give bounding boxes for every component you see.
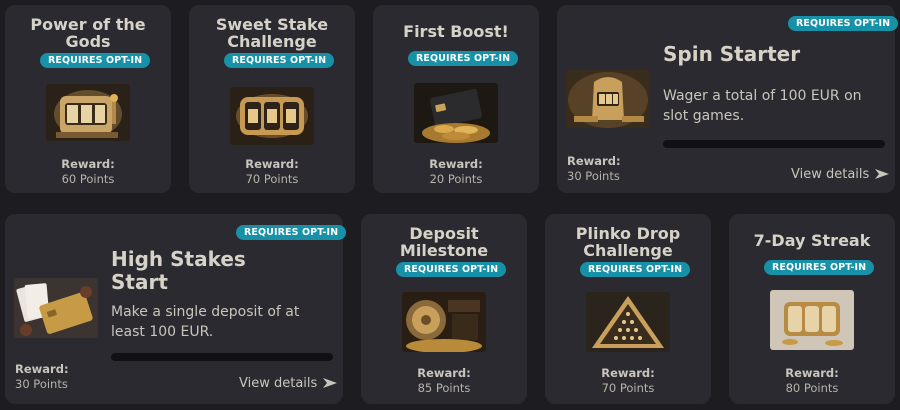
requires-opt-in-badge: REQUIRES OPT-IN — [408, 51, 519, 66]
challenge-card-first-boost[interactable]: First Boost! REQUIRES OPT-IN Reward: 20 … — [373, 5, 539, 193]
reward-label: Reward: — [417, 366, 471, 380]
requires-opt-in-badge: REQUIRES OPT-IN — [580, 262, 691, 277]
card-title: Sweet Stake Challenge — [215, 15, 329, 51]
challenge-card-spin-starter[interactable]: REQUIRES OPT-IN Spin Starter Wager a tot… — [557, 5, 899, 193]
requires-opt-in-badge: REQUIRES OPT-IN — [788, 16, 899, 31]
reward-label: Reward: — [429, 157, 483, 171]
requires-opt-in-badge: REQUIRES OPT-IN — [764, 260, 875, 275]
requires-opt-in-badge: REQUIRES OPT-IN — [224, 53, 335, 68]
credit-card-coins-image — [414, 83, 498, 143]
card-description: Wager a total of 100 EUR on slot games. — [663, 88, 862, 124]
reward-value: 70 Points — [601, 381, 655, 395]
reward-label: Reward: — [15, 362, 69, 376]
slot-machine-image — [46, 84, 130, 141]
golden-reels-image — [770, 290, 854, 350]
reward-label: Reward: — [601, 366, 655, 380]
challenge-card-power-of-the-gods[interactable]: Power of the Gods REQUIRES OPT-IN Reward… — [5, 5, 171, 193]
slot-reels-image — [230, 87, 314, 145]
card-title: Power of the Gods — [30, 15, 146, 51]
card-title: Deposit Milestone — [399, 224, 489, 260]
reward-label: Reward: — [61, 157, 115, 171]
progress-bar — [111, 353, 333, 361]
card-title: High Stakes Start — [111, 247, 246, 294]
view-details-link[interactable]: View details — [791, 167, 890, 182]
requires-opt-in-badge: REQUIRES OPT-IN — [236, 225, 347, 240]
reward-value: 30 Points — [15, 377, 68, 391]
reward-value: 70 Points — [245, 172, 299, 186]
card-description: Make a single deposit of at least 100 EU… — [111, 304, 300, 340]
vault-deposit-image — [402, 292, 486, 352]
reward-value: 60 Points — [61, 172, 115, 186]
requires-opt-in-badge: REQUIRES OPT-IN — [40, 53, 151, 68]
challenge-card-high-stakes-start[interactable]: REQUIRES OPT-IN High Stakes Start Make a… — [5, 214, 347, 404]
card-title: 7-Day Streak — [753, 231, 871, 250]
reward-value: 80 Points — [785, 381, 839, 395]
reward-label: Reward: — [245, 157, 299, 171]
plinko-pyramid-image — [586, 292, 670, 352]
card-title: Plinko Drop Challenge — [575, 224, 681, 260]
reward-label: Reward: — [785, 366, 839, 380]
challenge-card-7-day-streak[interactable]: 7-Day Streak REQUIRES OPT-IN Reward: 80 … — [729, 214, 895, 404]
card-title: First Boost! — [403, 22, 509, 41]
card-title: Spin Starter — [663, 42, 801, 66]
progress-bar — [663, 140, 885, 148]
arrow-right-icon — [875, 169, 890, 179]
reward-value: 20 Points — [429, 172, 483, 186]
arrow-right-icon — [323, 378, 338, 388]
reward-value: 30 Points — [567, 169, 620, 183]
view-details-link[interactable]: View details — [239, 376, 338, 391]
challenge-card-deposit-milestone[interactable]: Deposit Milestone REQUIRES OPT-IN Reward… — [361, 214, 527, 404]
challenge-card-plinko-drop-challenge[interactable]: Plinko Drop Challenge REQUIRES OPT-IN Re… — [545, 214, 711, 404]
reward-value: 85 Points — [417, 381, 471, 395]
cards-and-credit-card-image — [14, 278, 98, 338]
reward-label: Reward: — [567, 154, 621, 168]
golden-slot-machine-image — [566, 70, 650, 128]
challenge-card-sweet-stake-challenge[interactable]: Sweet Stake Challenge REQUIRES OPT-IN Re… — [189, 5, 355, 193]
requires-opt-in-badge: REQUIRES OPT-IN — [396, 262, 507, 277]
